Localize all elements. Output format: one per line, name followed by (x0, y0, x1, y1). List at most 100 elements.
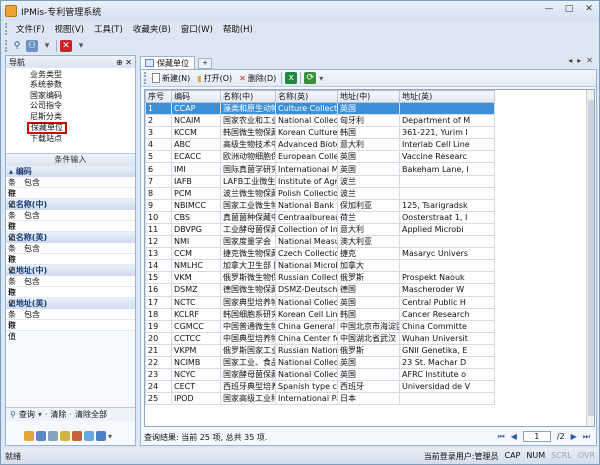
cell-name-cn[interactable]: 欧洲动物细胞保藏 (220, 150, 276, 164)
cell-index[interactable]: 9 (145, 198, 172, 212)
menu-view[interactable]: 视图(V) (51, 22, 88, 36)
group-address-cn[interactable]: ▴ 地址(中) (6, 265, 135, 276)
cell-address-en[interactable] (399, 186, 495, 200)
table-row[interactable]: 19CGMCC中国普通微生物菌China General M中国北京市海淀区Ch… (145, 319, 495, 333)
cell-address-en[interactable]: Central Public H (399, 295, 495, 309)
cell-name-cn[interactable]: 俄罗斯国家工业微 (220, 343, 276, 357)
table-row[interactable]: 1CCAP藻类和原生动物保Culture Collectic英国 (145, 101, 495, 116)
cell-address-en[interactable] (399, 174, 495, 188)
cell-name-cn[interactable]: 国家工业、食品和 (220, 355, 276, 370)
folder-icon[interactable] (24, 431, 34, 441)
cell-address-cn[interactable]: 韩国 (337, 126, 400, 140)
row-value[interactable]: 包含 (20, 243, 40, 253)
query-button[interactable]: 查询 (19, 409, 35, 420)
cell-code[interactable]: CCTCC (171, 331, 221, 345)
table-row[interactable]: 25IPOD国家高级工业科学International Pat日本 (145, 392, 495, 406)
cell-address-en[interactable] (399, 101, 495, 116)
cell-address-cn[interactable]: 俄罗斯 (337, 343, 400, 357)
cell-code[interactable]: NBIMCC (171, 198, 221, 212)
cell-address-en[interactable] (399, 259, 495, 273)
cell-index[interactable]: 2 (145, 114, 172, 128)
scrollbar-thumb[interactable] (588, 100, 594, 416)
column-header-address-cn[interactable]: 地址(中) (337, 90, 400, 103)
table-row[interactable]: 4ABC高级生物技术中心Advanced Bioteci意大利Interlab … (145, 138, 495, 152)
cell-code[interactable]: CECT (171, 380, 221, 394)
cell-code[interactable]: PCM (171, 186, 221, 200)
cell-name-en[interactable]: Czech Collection (275, 247, 338, 261)
row-value[interactable]: 包含 (20, 177, 40, 187)
cell-name-cn[interactable]: 国家高级工业科学 (220, 392, 276, 406)
tools-icon[interactable] (72, 431, 82, 441)
cell-code[interactable]: VKPM (171, 343, 221, 357)
cell-index[interactable]: 12 (145, 235, 172, 249)
group-name-cn[interactable]: ▴ 名称(中) (6, 199, 135, 210)
excel-export-icon[interactable]: x (285, 72, 298, 84)
cell-name-en[interactable]: Collection of Ind (275, 222, 338, 237)
menu-help[interactable]: 帮助(H) (219, 22, 257, 36)
table-row[interactable]: 3KCCM韩国微生物保藏中Korean Culture C韩国361-221, … (145, 126, 495, 140)
cell-code[interactable]: NCYC (171, 368, 221, 382)
tab-close-icon[interactable]: ✕ (586, 56, 593, 65)
cell-address-cn[interactable]: 加拿大 (337, 259, 400, 273)
menu-tools[interactable]: 工具(T) (90, 22, 127, 36)
cell-name-cn[interactable]: 韩国细胞系研究基 (220, 307, 276, 321)
cell-index[interactable]: 13 (145, 247, 172, 261)
cell-name-en[interactable]: National Measur (275, 235, 338, 249)
cell-name-en[interactable]: Polish Collection (275, 186, 338, 200)
cell-address-en[interactable]: Universidad de V (399, 380, 495, 394)
cell-name-cn[interactable]: 高级生物技术中心 (220, 138, 276, 152)
users-icon[interactable]: ⚇ (26, 40, 38, 52)
cell-address-cn[interactable]: 英国 (337, 162, 400, 176)
cell-code[interactable]: NMI (171, 235, 221, 249)
cell-name-en[interactable]: National Microb (275, 259, 338, 273)
value-row[interactable]: 取值 (6, 221, 135, 242)
cell-name-en[interactable]: National Collecti (275, 368, 338, 382)
nav-item-business-type[interactable]: 业务类型 (30, 70, 135, 80)
row-value[interactable] (20, 188, 24, 198)
cell-name-cn[interactable]: 中国典型培养物保 (220, 331, 276, 345)
cell-address-en[interactable]: Bakeham Lane, I (399, 162, 495, 176)
table-row[interactable]: 17NCTC国家典型培养物保National Collecti英国Central… (145, 295, 495, 309)
cell-code[interactable]: NCAIM (171, 114, 221, 128)
condition-row[interactable]: 条件 包含 (6, 210, 135, 231)
cell-index[interactable]: 15 (145, 271, 172, 285)
cell-name-en[interactable]: Korean Culture C (275, 126, 338, 140)
nav-item-company-command[interactable]: 公司指令 (30, 101, 135, 111)
tab-scroll-right-icon[interactable]: ▸ (577, 56, 581, 65)
table-row[interactable]: 18KCLRF韩国细胞系研究基Korean Cell Line韩国Cancer … (145, 307, 495, 321)
cell-address-en[interactable]: AFRC Institute o (399, 368, 495, 382)
table-row[interactable]: 20CCTCC中国典型培养物保China Center for中国湖北省武汉Wu… (145, 331, 495, 345)
nav-item-system-params[interactable]: 系统参数 (30, 80, 135, 90)
cell-index[interactable]: 20 (145, 331, 172, 345)
search-icon[interactable]: ⚲ (11, 40, 23, 52)
row-value[interactable] (20, 221, 24, 231)
cell-address-en[interactable]: Cancer Research (399, 307, 495, 321)
cell-address-en[interactable]: 125, Tsarigradsk (399, 198, 495, 212)
table-row[interactable]: 15VKM俄罗斯微生物保藏Russian Collectic俄罗斯Prospek… (145, 271, 495, 285)
value-row[interactable]: 取值 (6, 320, 135, 341)
cell-address-cn[interactable]: 保加利亚 (337, 198, 400, 212)
cell-name-en[interactable]: Advanced Bioteci (275, 138, 338, 152)
tab-scroll-left-icon[interactable]: ◂ (568, 56, 572, 65)
group-code[interactable]: ▴ 编码 (6, 166, 135, 177)
column-header-name-en[interactable]: 名称(英) (275, 90, 338, 103)
column-header-index[interactable]: 序号 (145, 90, 172, 103)
row-value[interactable]: 包含 (20, 210, 40, 220)
nav-item-nice-classification[interactable]: 尼斯分类 (30, 112, 135, 122)
menu-file[interactable]: 文件(F) (12, 22, 49, 36)
table-row[interactable]: 21VKPM俄罗斯国家工业微Russian Nationa俄罗斯GNII Gen… (145, 343, 495, 357)
cell-index[interactable]: 4 (145, 138, 172, 152)
value-row[interactable]: 取值 (6, 188, 135, 209)
cell-index[interactable]: 7 (145, 174, 172, 188)
cell-code[interactable]: KCCM (171, 126, 221, 140)
row-value[interactable] (20, 320, 24, 330)
clear-all-button[interactable]: 清除全部 (75, 409, 107, 420)
cell-name-cn[interactable]: 国家典型培养物保 (220, 295, 276, 309)
cell-address-en[interactable]: Oosterstraat 1, I (399, 210, 495, 224)
cell-index[interactable]: 25 (145, 392, 172, 406)
cell-code[interactable]: VKM (171, 271, 221, 285)
cell-name-en[interactable]: Russian Collectic (275, 271, 338, 285)
table-row[interactable]: 13CCM捷克微生物保藏中Czech Collection捷克Masaryc U… (145, 247, 495, 261)
dropdown-arrow-icon-2[interactable]: ▾ (75, 40, 87, 52)
dropdown-arrow-icon[interactable]: ▾ (41, 40, 53, 52)
